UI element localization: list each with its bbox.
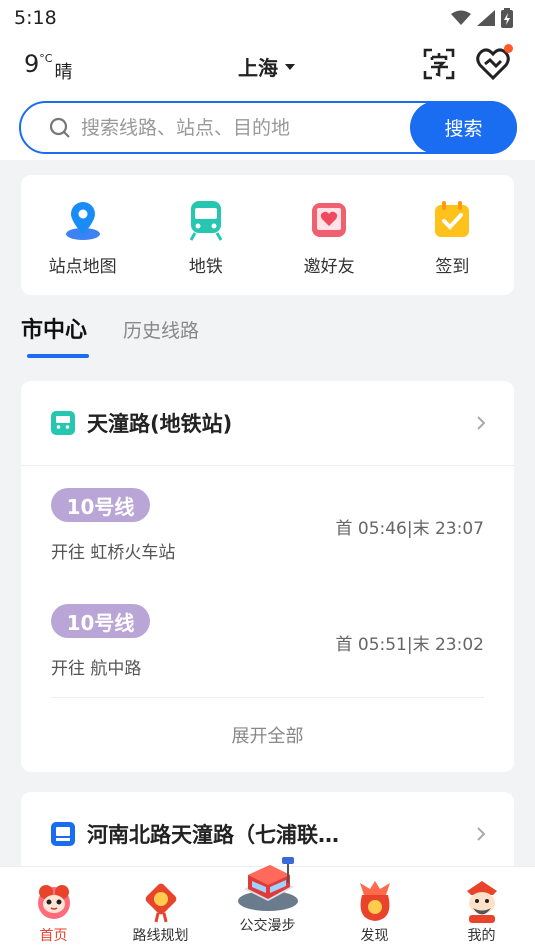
quick-item-station-map[interactable]: 站点地图 — [21, 175, 144, 295]
chinese-knot-icon — [145, 883, 176, 923]
line-times: 首 05:46|末 23:07 — [335, 519, 484, 539]
invite-heart-icon — [312, 203, 347, 237]
search-button[interactable]: 搜索 — [410, 101, 517, 154]
nav-label: 公交漫步 — [239, 918, 296, 934]
expand-all-button[interactable]: 展开全部 — [51, 697, 484, 772]
chevron-right-icon — [477, 416, 486, 430]
station-name: 天潼路(地铁站) — [87, 412, 233, 436]
system-icons — [451, 8, 513, 28]
nav-route-planning[interactable]: 路线规划 — [107, 867, 214, 951]
fortune-god-icon — [466, 881, 497, 923]
station-card: 天潼路(地铁站) 10号线 开往 虹桥火车站 首 05:46|末 23:07 1… — [21, 381, 514, 772]
bottom-nav: 首页 路线规划 公交漫步 发现 我的 — [0, 857, 535, 951]
search-bar: 搜索 — [0, 96, 535, 160]
line-destination: 开往 航中路 — [51, 659, 142, 679]
tab-underline — [27, 354, 89, 358]
weather-widget[interactable]: 9 °C 晴 — [24, 50, 72, 84]
line-row[interactable]: 10号线 开往 虹桥火车站 首 05:46|末 23:07 — [21, 466, 514, 582]
search-box[interactable]: 搜索 — [19, 101, 517, 154]
lucky-bag-icon — [359, 881, 390, 921]
nav-label: 首页 — [39, 928, 68, 944]
quick-item-invite[interactable]: 邀好友 — [268, 175, 391, 295]
care-heart-icon[interactable] — [475, 44, 513, 82]
wifi-icon — [451, 10, 471, 25]
quick-label: 站点地图 — [48, 257, 117, 277]
quick-label: 邀好友 — [303, 257, 355, 277]
city-name: 上海 — [238, 56, 278, 80]
temperature-unit: °C — [39, 52, 53, 65]
station-name: 河南北路天潼路（七浦联… — [87, 823, 339, 847]
search-input[interactable] — [81, 116, 401, 139]
top-bar: 9 °C 晴 上海 — [0, 36, 535, 96]
quick-item-checkin[interactable]: 签到 — [391, 175, 514, 295]
nav-discover[interactable]: 发现 — [321, 867, 428, 951]
bus-stop-icon — [237, 857, 298, 911]
nav-mine[interactable]: 我的 — [428, 867, 535, 951]
line-destination: 开往 虹桥火车站 — [51, 543, 176, 563]
metro-icon — [189, 201, 223, 241]
temperature: 9 — [24, 50, 40, 78]
quick-item-metro[interactable]: 地铁 — [144, 175, 267, 295]
nav-label: 我的 — [467, 928, 496, 944]
line-row[interactable]: 10号线 开往 航中路 首 05:51|末 23:02 — [21, 582, 514, 698]
quick-label: 地铁 — [188, 257, 223, 277]
caret-down-icon — [285, 63, 295, 70]
signal-icon — [477, 10, 495, 26]
tab-label: 市中心 — [21, 318, 88, 343]
map-pin-icon — [65, 202, 100, 240]
bus-station-icon — [51, 822, 75, 846]
nav-bus-walk[interactable]: 公交漫步 — [214, 857, 321, 951]
tab-history-lines[interactable]: 历史线路 — [123, 312, 199, 362]
quick-label: 签到 — [435, 257, 470, 277]
tab-bar: 市中心 历史线路 — [21, 312, 199, 362]
line-badge: 10号线 — [51, 604, 150, 638]
notification-dot — [504, 44, 513, 53]
search-icon — [49, 117, 70, 138]
quick-entries: 站点地图 地铁 邀好友 签到 — [21, 175, 514, 295]
nav-label: 发现 — [360, 928, 389, 944]
home-mascot-icon — [37, 885, 70, 919]
line-badge: 10号线 — [51, 488, 150, 522]
station-header[interactable]: 天潼路(地铁站) — [21, 381, 514, 466]
metro-station-icon — [51, 411, 75, 435]
battery-icon — [501, 8, 513, 28]
tab-city-center[interactable]: 市中心 — [21, 312, 89, 362]
weather-condition: 晴 — [54, 62, 73, 83]
scan-text-icon[interactable] — [421, 46, 457, 82]
status-bar: 5:18 — [0, 0, 535, 36]
tab-label: 历史线路 — [123, 320, 200, 342]
nav-home[interactable]: 首页 — [0, 867, 107, 951]
calendar-check-icon — [435, 201, 470, 237]
status-time: 5:18 — [14, 7, 57, 29]
city-selector[interactable]: 上海 — [238, 52, 296, 81]
nav-label: 路线规划 — [132, 928, 189, 944]
chevron-right-icon — [477, 827, 486, 841]
line-times: 首 05:51|末 23:02 — [335, 635, 484, 655]
